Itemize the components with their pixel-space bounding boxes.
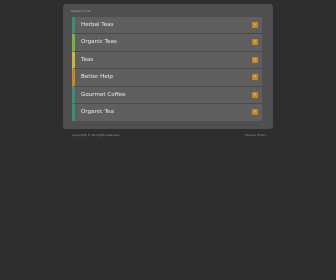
related-link-gourmet-coffee[interactable]: Gourmet Coffee ›: [72, 86, 262, 104]
related-link-teas[interactable]: Teas ›: [72, 51, 262, 70]
arrow-right-icon: ›: [252, 56, 258, 63]
arrow-right-icon: ›: [252, 91, 258, 98]
arrow-right-icon: ›: [252, 39, 258, 46]
link-label: Organic Tea: [81, 108, 114, 115]
arrow-right-icon: ›: [252, 22, 258, 28]
related-links-heading: Related Links: [71, 9, 92, 13]
link-label: Gourmet Coffee: [81, 91, 126, 98]
link-label: Organic Teas: [81, 39, 117, 46]
related-link-herbal-teas[interactable]: Herbal Teas ›: [72, 17, 262, 35]
link-label: Herbal Teas: [81, 22, 114, 28]
related-links-list: Herbal Teas › Organic Teas › Teas › Bett…: [72, 17, 262, 122]
related-links-panel: Related Links Herbal Teas › Organic Teas…: [63, 4, 273, 129]
arrow-right-icon: ›: [252, 108, 258, 115]
related-link-organic-tea[interactable]: Organic Tea ›: [72, 103, 262, 122]
link-label: Teas: [81, 56, 94, 63]
related-link-organic-teas[interactable]: Organic Teas ›: [72, 34, 262, 52]
link-label: Better Help: [81, 74, 113, 81]
copyright-text: Copyright © All rights reserved.: [72, 133, 120, 137]
arrow-right-icon: ›: [252, 74, 258, 81]
privacy-policy-link[interactable]: Privacy Policy: [246, 133, 266, 137]
related-link-better-help[interactable]: Better Help ›: [72, 69, 262, 87]
